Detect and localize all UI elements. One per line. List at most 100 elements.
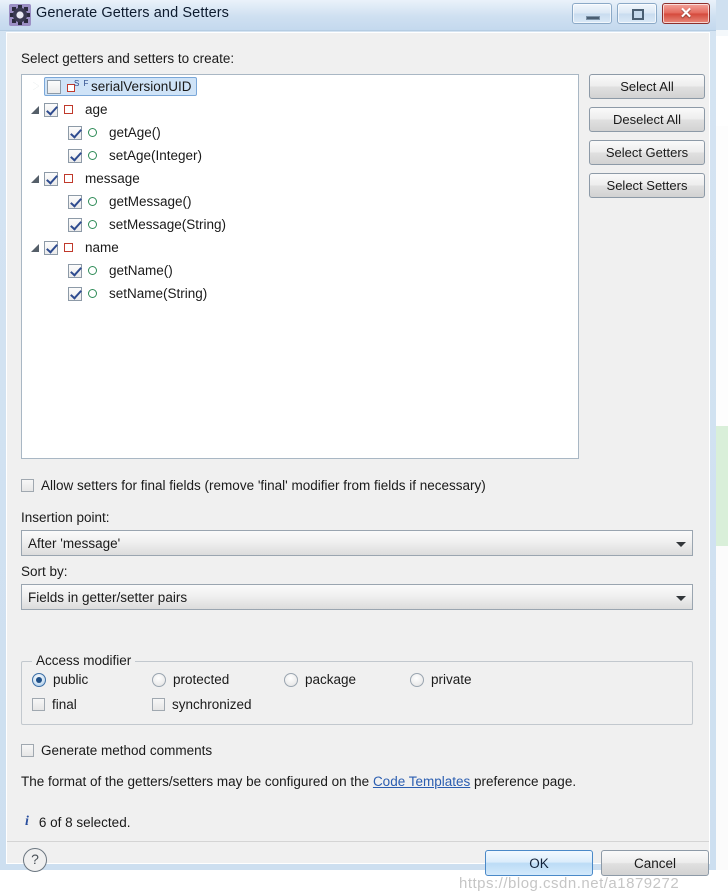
radio-public-label: public: [53, 672, 89, 687]
tree-row[interactable]: S F serialVersionUID: [22, 75, 578, 98]
radio-private-label: private: [431, 672, 472, 687]
tree-item-label: setAge(Integer): [109, 148, 203, 163]
tree-row[interactable]: age: [22, 98, 578, 121]
tree-checkbox[interactable]: [68, 125, 82, 140]
tree-row[interactable]: message: [22, 167, 578, 190]
generate-comments-checkbox-row[interactable]: Generate method comments: [21, 743, 212, 758]
tree-row[interactable]: setMessage(String): [22, 213, 578, 236]
background-band: [716, 426, 728, 546]
cancel-button[interactable]: Cancel: [601, 850, 709, 876]
insertion-point-label: Insertion point:: [21, 510, 110, 525]
tree-checkbox[interactable]: [68, 194, 82, 209]
chevron-down-icon[interactable]: [28, 167, 44, 190]
tree-item-label: getName(): [109, 263, 173, 278]
tree-checkbox[interactable]: [47, 79, 61, 94]
code-templates-link[interactable]: Code Templates: [373, 774, 470, 789]
checkbox-final[interactable]: [32, 698, 45, 711]
format-note-suffix: preference page.: [470, 774, 577, 789]
eclipse-gear-icon: [9, 4, 31, 26]
tree-item-label: serialVersionUID: [91, 79, 192, 94]
radio-private-row[interactable]: private: [410, 672, 472, 687]
chevron-down-icon[interactable]: [28, 98, 44, 121]
tree-row[interactable]: getAge(): [22, 121, 578, 144]
status-message: i 6 of 8 selected.: [25, 814, 130, 830]
members-tree[interactable]: S F serialVersionUID age getAge() setAge…: [21, 74, 579, 459]
checkbox-synchronized[interactable]: [152, 698, 165, 711]
title-bar: Generate Getters and Setters ✕: [0, 0, 716, 31]
ok-button[interactable]: OK: [485, 850, 593, 876]
tree-item-label: getAge(): [109, 125, 161, 140]
checkbox-synchronized-label: synchronized: [172, 697, 252, 712]
insertion-point-dropdown[interactable]: After 'message': [21, 530, 693, 556]
tree-row[interactable]: setName(String): [22, 282, 578, 305]
info-icon: i: [25, 814, 29, 829]
serial-badge: S F: [74, 78, 90, 88]
background-band: [716, 36, 728, 126]
tree-row[interactable]: setAge(Integer): [22, 144, 578, 167]
tree-checkbox[interactable]: [68, 148, 82, 163]
tree-row[interactable]: name: [22, 236, 578, 259]
radio-private[interactable]: [410, 672, 424, 687]
allow-final-setters-label: Allow setters for final fields (remove '…: [41, 478, 486, 493]
tree-item-label: name: [85, 240, 119, 255]
chevron-down-icon[interactable]: [670, 531, 692, 555]
method-icon: [88, 128, 97, 137]
deselect-all-button[interactable]: Deselect All: [589, 107, 705, 132]
maximize-button[interactable]: [617, 3, 657, 24]
checkbox-final-row[interactable]: final: [32, 697, 77, 712]
close-icon: ✕: [679, 5, 693, 22]
maximize-icon: [632, 9, 644, 20]
radio-package[interactable]: [284, 672, 298, 687]
tree-checkbox[interactable]: [44, 102, 58, 117]
radio-protected-label: protected: [173, 672, 230, 687]
chevron-down-icon[interactable]: [670, 585, 692, 609]
tree-checkbox[interactable]: [68, 286, 82, 301]
tree-item-label: message: [85, 171, 140, 186]
access-modifier-title: Access modifier: [32, 653, 136, 668]
tree-checkbox[interactable]: [44, 240, 58, 255]
select-all-button[interactable]: Select All: [589, 74, 705, 99]
method-icon: [88, 220, 97, 229]
tree-item-label: getMessage(): [109, 194, 192, 209]
sort-by-value: Fields in getter/setter pairs: [28, 589, 188, 605]
radio-public-row[interactable]: public: [32, 672, 88, 687]
minimize-button[interactable]: [572, 3, 612, 24]
dialog-content: Select getters and setters to create: S …: [6, 32, 710, 892]
radio-protected-row[interactable]: protected: [152, 672, 229, 687]
window-controls: ✕: [572, 3, 710, 24]
sort-by-dropdown[interactable]: Fields in getter/setter pairs: [21, 584, 693, 610]
close-button[interactable]: ✕: [662, 3, 710, 24]
allow-final-setters-checkbox[interactable]: [21, 479, 34, 492]
tree-checkbox[interactable]: [44, 171, 58, 186]
tree-checkbox[interactable]: [68, 217, 82, 232]
access-modifier-group: Access modifier public protected package…: [21, 653, 693, 725]
tree-row[interactable]: getName(): [22, 259, 578, 282]
select-setters-button[interactable]: Select Setters: [589, 173, 705, 198]
radio-public[interactable]: [32, 672, 46, 687]
background-band: [716, 546, 728, 870]
dialog-window: Generate Getters and Setters ✕ Select ge…: [0, 0, 716, 892]
help-icon[interactable]: ?: [23, 848, 47, 872]
radio-protected[interactable]: [152, 672, 166, 687]
background-band: [716, 0, 728, 30]
chevron-down-icon[interactable]: [28, 236, 44, 259]
radio-package-row[interactable]: package: [284, 672, 356, 687]
tree-checkbox[interactable]: [68, 263, 82, 278]
generate-comments-checkbox[interactable]: [21, 744, 34, 757]
method-icon: [88, 151, 97, 160]
format-note: The format of the getters/setters may be…: [21, 774, 576, 789]
background-window-strip: [716, 0, 728, 870]
background-band: [716, 126, 728, 426]
tree-item-label: age: [85, 102, 108, 117]
sort-by-label: Sort by:: [21, 564, 68, 579]
allow-final-setters-checkbox-row[interactable]: Allow setters for final fields (remove '…: [21, 478, 486, 493]
select-getters-button[interactable]: Select Getters: [589, 140, 705, 165]
chevron-right-icon[interactable]: [28, 75, 44, 98]
generate-comments-label: Generate method comments: [41, 743, 213, 758]
window-title: Generate Getters and Setters: [36, 5, 230, 21]
tree-item-label: setMessage(String): [109, 217, 227, 232]
method-icon: [88, 289, 97, 298]
insertion-point-value: After 'message': [28, 535, 121, 551]
tree-row[interactable]: getMessage(): [22, 190, 578, 213]
checkbox-synchronized-row[interactable]: synchronized: [152, 697, 252, 712]
